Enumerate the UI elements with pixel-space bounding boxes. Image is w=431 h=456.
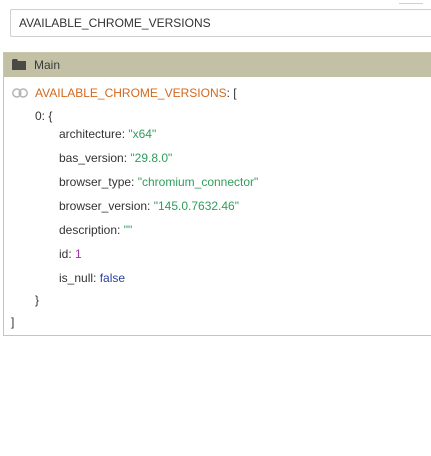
link-icon[interactable]	[12, 88, 28, 98]
field-value: false	[99, 271, 126, 285]
tree-field-row: id: 1	[59, 246, 82, 262]
field-key: architecture	[59, 127, 122, 141]
field-value: "chromium_connector"	[137, 175, 259, 189]
root-key: AVAILABLE_CHROME_VERSIONS	[35, 86, 227, 100]
field-key: id	[59, 247, 69, 261]
root-close: ]	[11, 315, 15, 329]
field-sep: :	[68, 247, 76, 261]
tree-field-row: browser_version: "145.0.7632.46"	[59, 198, 239, 214]
field-value: "145.0.7632.46"	[153, 199, 239, 213]
panel-header[interactable]: Main	[4, 53, 431, 77]
item-open: 0: {	[35, 109, 53, 123]
field-value: "x64"	[128, 127, 157, 141]
tree-item-open: 0: {	[35, 108, 52, 124]
field-sep: :	[147, 199, 154, 213]
field-value: "29.8.0"	[130, 151, 173, 165]
tree-field-row: browser_type: "chromium_connector"	[59, 174, 258, 190]
item-close: }	[35, 293, 40, 307]
root-open: : [	[226, 86, 237, 100]
top-strip-mark	[399, 0, 423, 4]
tree-field-row: description: ""	[59, 222, 132, 238]
tree-field-row: is_null: false	[59, 270, 125, 286]
field-sep: :	[93, 271, 100, 285]
field-key: bas_version	[59, 151, 124, 165]
search-box[interactable]	[10, 9, 431, 37]
tree-root-close: ]	[11, 314, 14, 330]
field-key: is_null	[59, 271, 94, 285]
search-input[interactable]	[19, 10, 419, 36]
field-sep: :	[117, 223, 124, 237]
top-strip	[0, 0, 431, 4]
main-panel: Main AVAILABLE_CHROME_VERSIONS: [ 0: { a…	[3, 52, 431, 336]
field-key: description	[59, 223, 118, 237]
tree-field-row: architecture: "x64"	[59, 126, 156, 142]
tree-item-close: }	[35, 292, 39, 308]
panel-title: Main	[34, 58, 61, 72]
field-key: browser_type	[59, 175, 132, 189]
field-sep: :	[131, 175, 138, 189]
folder-icon	[12, 59, 26, 70]
tree-field-row: bas_version: "29.8.0"	[59, 150, 172, 166]
field-value: ""	[123, 223, 133, 237]
field-value: 1	[75, 247, 82, 261]
tree-root-line: AVAILABLE_CHROME_VERSIONS: [	[35, 85, 237, 101]
field-key: browser_version	[59, 199, 148, 213]
